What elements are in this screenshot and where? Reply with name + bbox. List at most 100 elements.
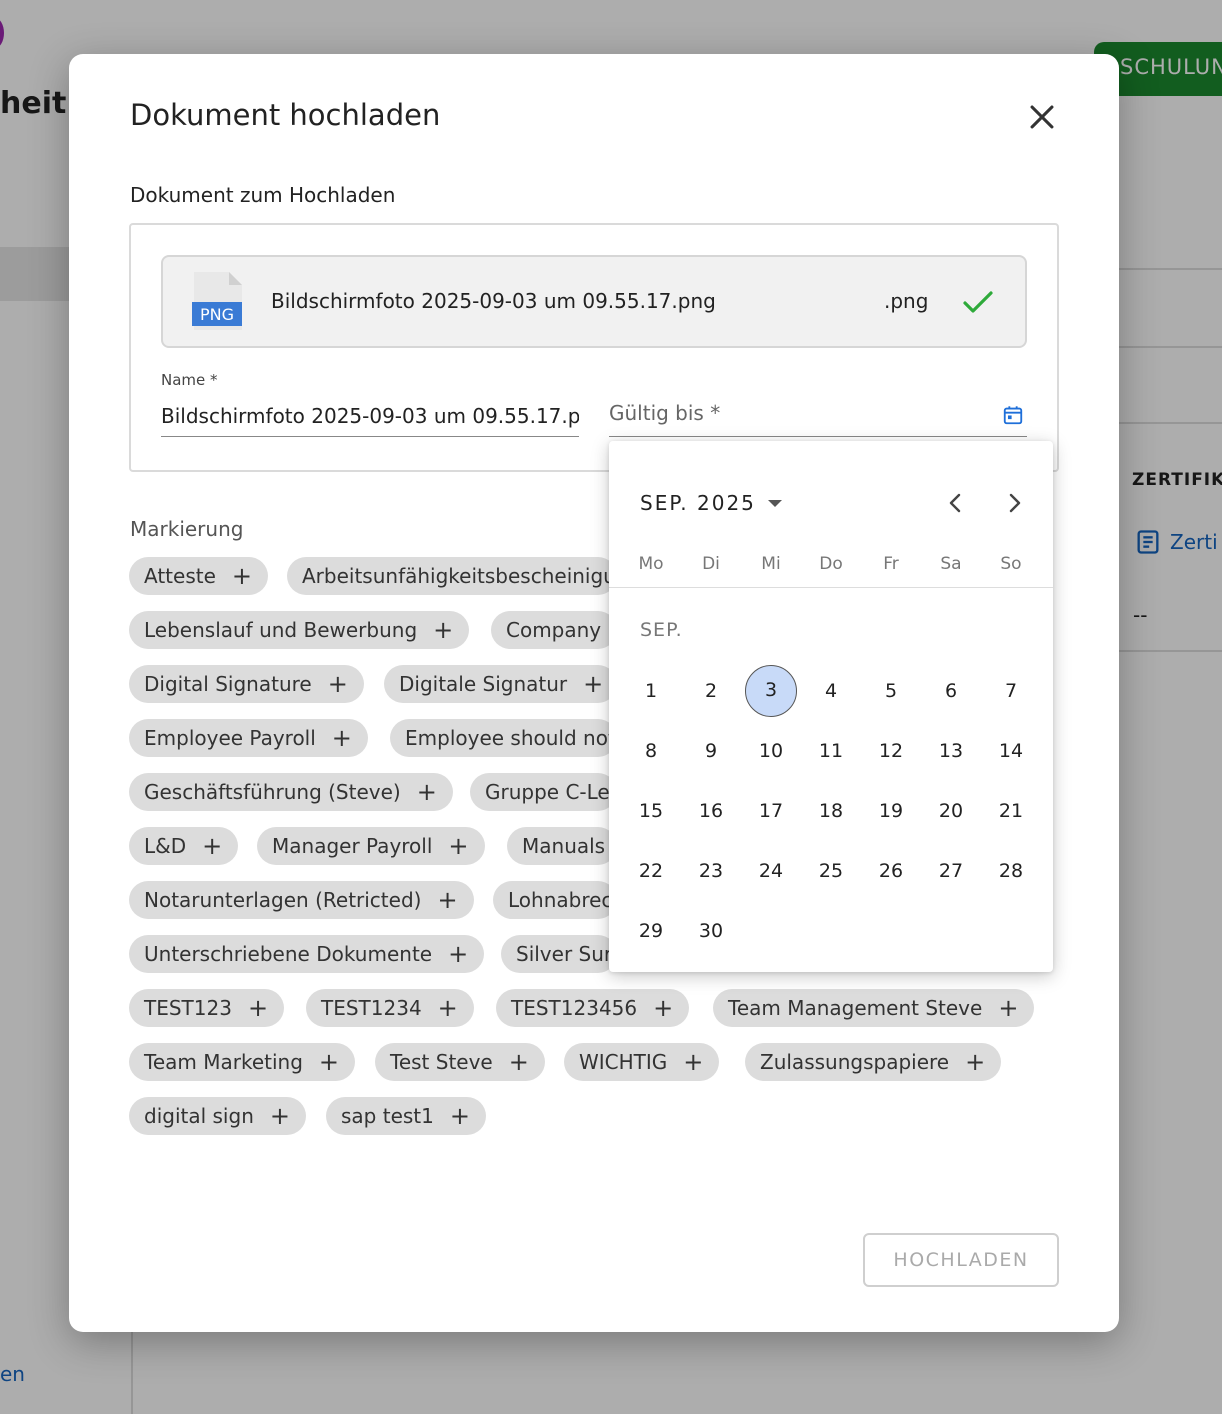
day-cell[interactable]: 26 [865,845,917,897]
tag-chip[interactable]: Manuals+ [507,827,617,865]
tag-chip[interactable]: Geschäftsführung (Steve) + [129,773,453,811]
tag-chip[interactable]: Arbeitsunfähigkeitsbescheinigung+ [287,557,617,595]
tag-chip[interactable]: Test Steve + [375,1043,545,1081]
tag-chip[interactable]: Manager Payroll + [257,827,485,865]
close-icon[interactable] [1025,100,1059,134]
name-input[interactable] [161,395,579,437]
name-field-label: Name * [161,371,218,389]
plus-icon: + [202,832,223,860]
tag-chip[interactable]: Notarunterlagen (Retricted) + [129,881,474,919]
file-extension: .png [884,289,929,313]
tag-chip-label: Digitale Signatur [399,672,568,696]
day-cell[interactable]: 29 [625,905,677,957]
month-year-select[interactable]: SEP. 2025 [640,491,782,515]
tag-chip-label: Zulassungspapiere [760,1050,950,1074]
valid-until-field[interactable]: Gültig bis * [609,391,1027,437]
day-selected[interactable]: 3 [745,665,797,717]
plus-icon: + [965,1048,986,1076]
tag-chip[interactable]: Digitale Signatur + [384,665,617,703]
tag-chip[interactable]: L&D + [129,827,239,865]
tag-chip[interactable]: Team Marketing + [129,1043,356,1081]
plus-icon: + [508,1048,529,1076]
plus-icon: + [998,994,1019,1022]
day-cell[interactable]: 14 [985,725,1037,777]
file-type-label: PNG [200,305,234,324]
tag-chip-label: Employee should not [405,726,616,750]
tag-chip[interactable]: Zulassungspapiere + [745,1043,1002,1081]
plus-icon: + [448,832,469,860]
tag-chip[interactable]: Employee should not+ [390,719,617,757]
day-cell[interactable]: 8 [625,725,677,777]
markierung-label: Markierung [130,517,244,541]
tag-chip[interactable]: Silver Surfer+ [501,935,617,973]
tag-chip[interactable]: TEST123456 + [496,989,690,1027]
day-cell[interactable]: 7 [985,665,1037,717]
dialog-title: Dokument hochladen [130,98,441,132]
tag-chip[interactable]: Digital Signature + [129,665,364,703]
day-cell[interactable]: 12 [865,725,917,777]
day-cell[interactable]: 6 [925,665,977,717]
tag-chip-label: Silver Surfer [516,942,617,966]
file-name: Bildschirmfoto 2025-09-03 um 09.55.17.pn… [271,289,716,313]
tag-chip[interactable]: TEST1234 + [306,989,474,1027]
tag-chip[interactable]: Gruppe C-Level+ [470,773,617,811]
tag-chip-label: Manager Payroll [272,834,433,858]
calendar-icon[interactable] [1002,404,1024,426]
chevron-left-icon[interactable] [942,489,968,517]
tag-chip[interactable]: sap test1 + [326,1097,486,1135]
tag-chip-label: Notarunterlagen (Retricted) [144,888,422,912]
day-cell[interactable]: 4 [805,665,857,717]
day-cell[interactable]: 30 [685,905,737,957]
day-cell[interactable]: 2 [685,665,737,717]
tag-chip[interactable]: digital sign + [129,1097,306,1135]
tag-chip[interactable]: Unterschriebene Dokumente + [129,935,485,973]
chevron-right-icon[interactable] [1002,489,1028,517]
tag-chip-label: WICHTIG [579,1050,668,1074]
tag-chip[interactable]: Atteste + [129,557,268,595]
day-cell[interactable]: 11 [805,725,857,777]
day-cell[interactable]: 20 [925,785,977,837]
day-cell[interactable]: 22 [625,845,677,897]
tag-chip[interactable]: Team Management Steve + [713,989,1035,1027]
check-icon [963,291,993,313]
day-cell[interactable]: 19 [865,785,917,837]
tag-chip[interactable]: TEST123 + [129,989,285,1027]
day-cell[interactable]: 10 [745,725,797,777]
day-cell[interactable]: 9 [685,725,737,777]
day-cell[interactable]: 21 [985,785,1037,837]
plus-icon: + [683,1048,704,1076]
tag-chip-label: TEST123 [144,996,232,1020]
tag-chip[interactable]: Lebenslauf und Bewerbung + [129,611,470,649]
day-cell[interactable]: 23 [685,845,737,897]
plus-icon: + [437,886,458,914]
tag-chip-label: sap test1 [341,1104,434,1128]
day-cell[interactable]: 1 [625,665,677,717]
day-cell[interactable]: 16 [685,785,737,837]
tag-chip[interactable]: WICHTIG + [564,1043,720,1081]
tag-chip-label: TEST1234 [321,996,422,1020]
day-cell[interactable]: 25 [805,845,857,897]
day-cell[interactable]: 13 [925,725,977,777]
plus-icon: + [318,1048,340,1076]
tag-chip-label: Gruppe C-Level [485,780,617,804]
day-cell[interactable]: 15 [625,785,677,837]
day-cell[interactable]: 24 [745,845,797,897]
day-cell[interactable]: 27 [925,845,977,897]
plus-icon: + [653,994,674,1022]
tag-chip[interactable]: Lohnabrechnung+ [493,881,617,919]
upload-button[interactable]: HOCHLADEN [863,1233,1059,1287]
plus-icon: + [449,1102,470,1130]
weekday-label: So [1000,554,1022,574]
day-cell[interactable]: 18 [805,785,857,837]
tag-chip[interactable]: Company+ [491,611,617,649]
day-cell[interactable]: 17 [745,785,797,837]
month-year-label: SEP. 2025 [640,491,756,515]
weekday-label: Di [702,554,720,574]
plus-icon: + [231,562,252,590]
tag-chip-label: Team Marketing [144,1050,303,1074]
tag-chip-label: TEST123456 [511,996,638,1020]
day-cell[interactable]: 28 [985,845,1037,897]
tag-chip[interactable]: Employee Payroll + [129,719,368,757]
day-cell[interactable]: 5 [865,665,917,717]
tag-chip-label: Unterschriebene Dokumente [144,942,433,966]
